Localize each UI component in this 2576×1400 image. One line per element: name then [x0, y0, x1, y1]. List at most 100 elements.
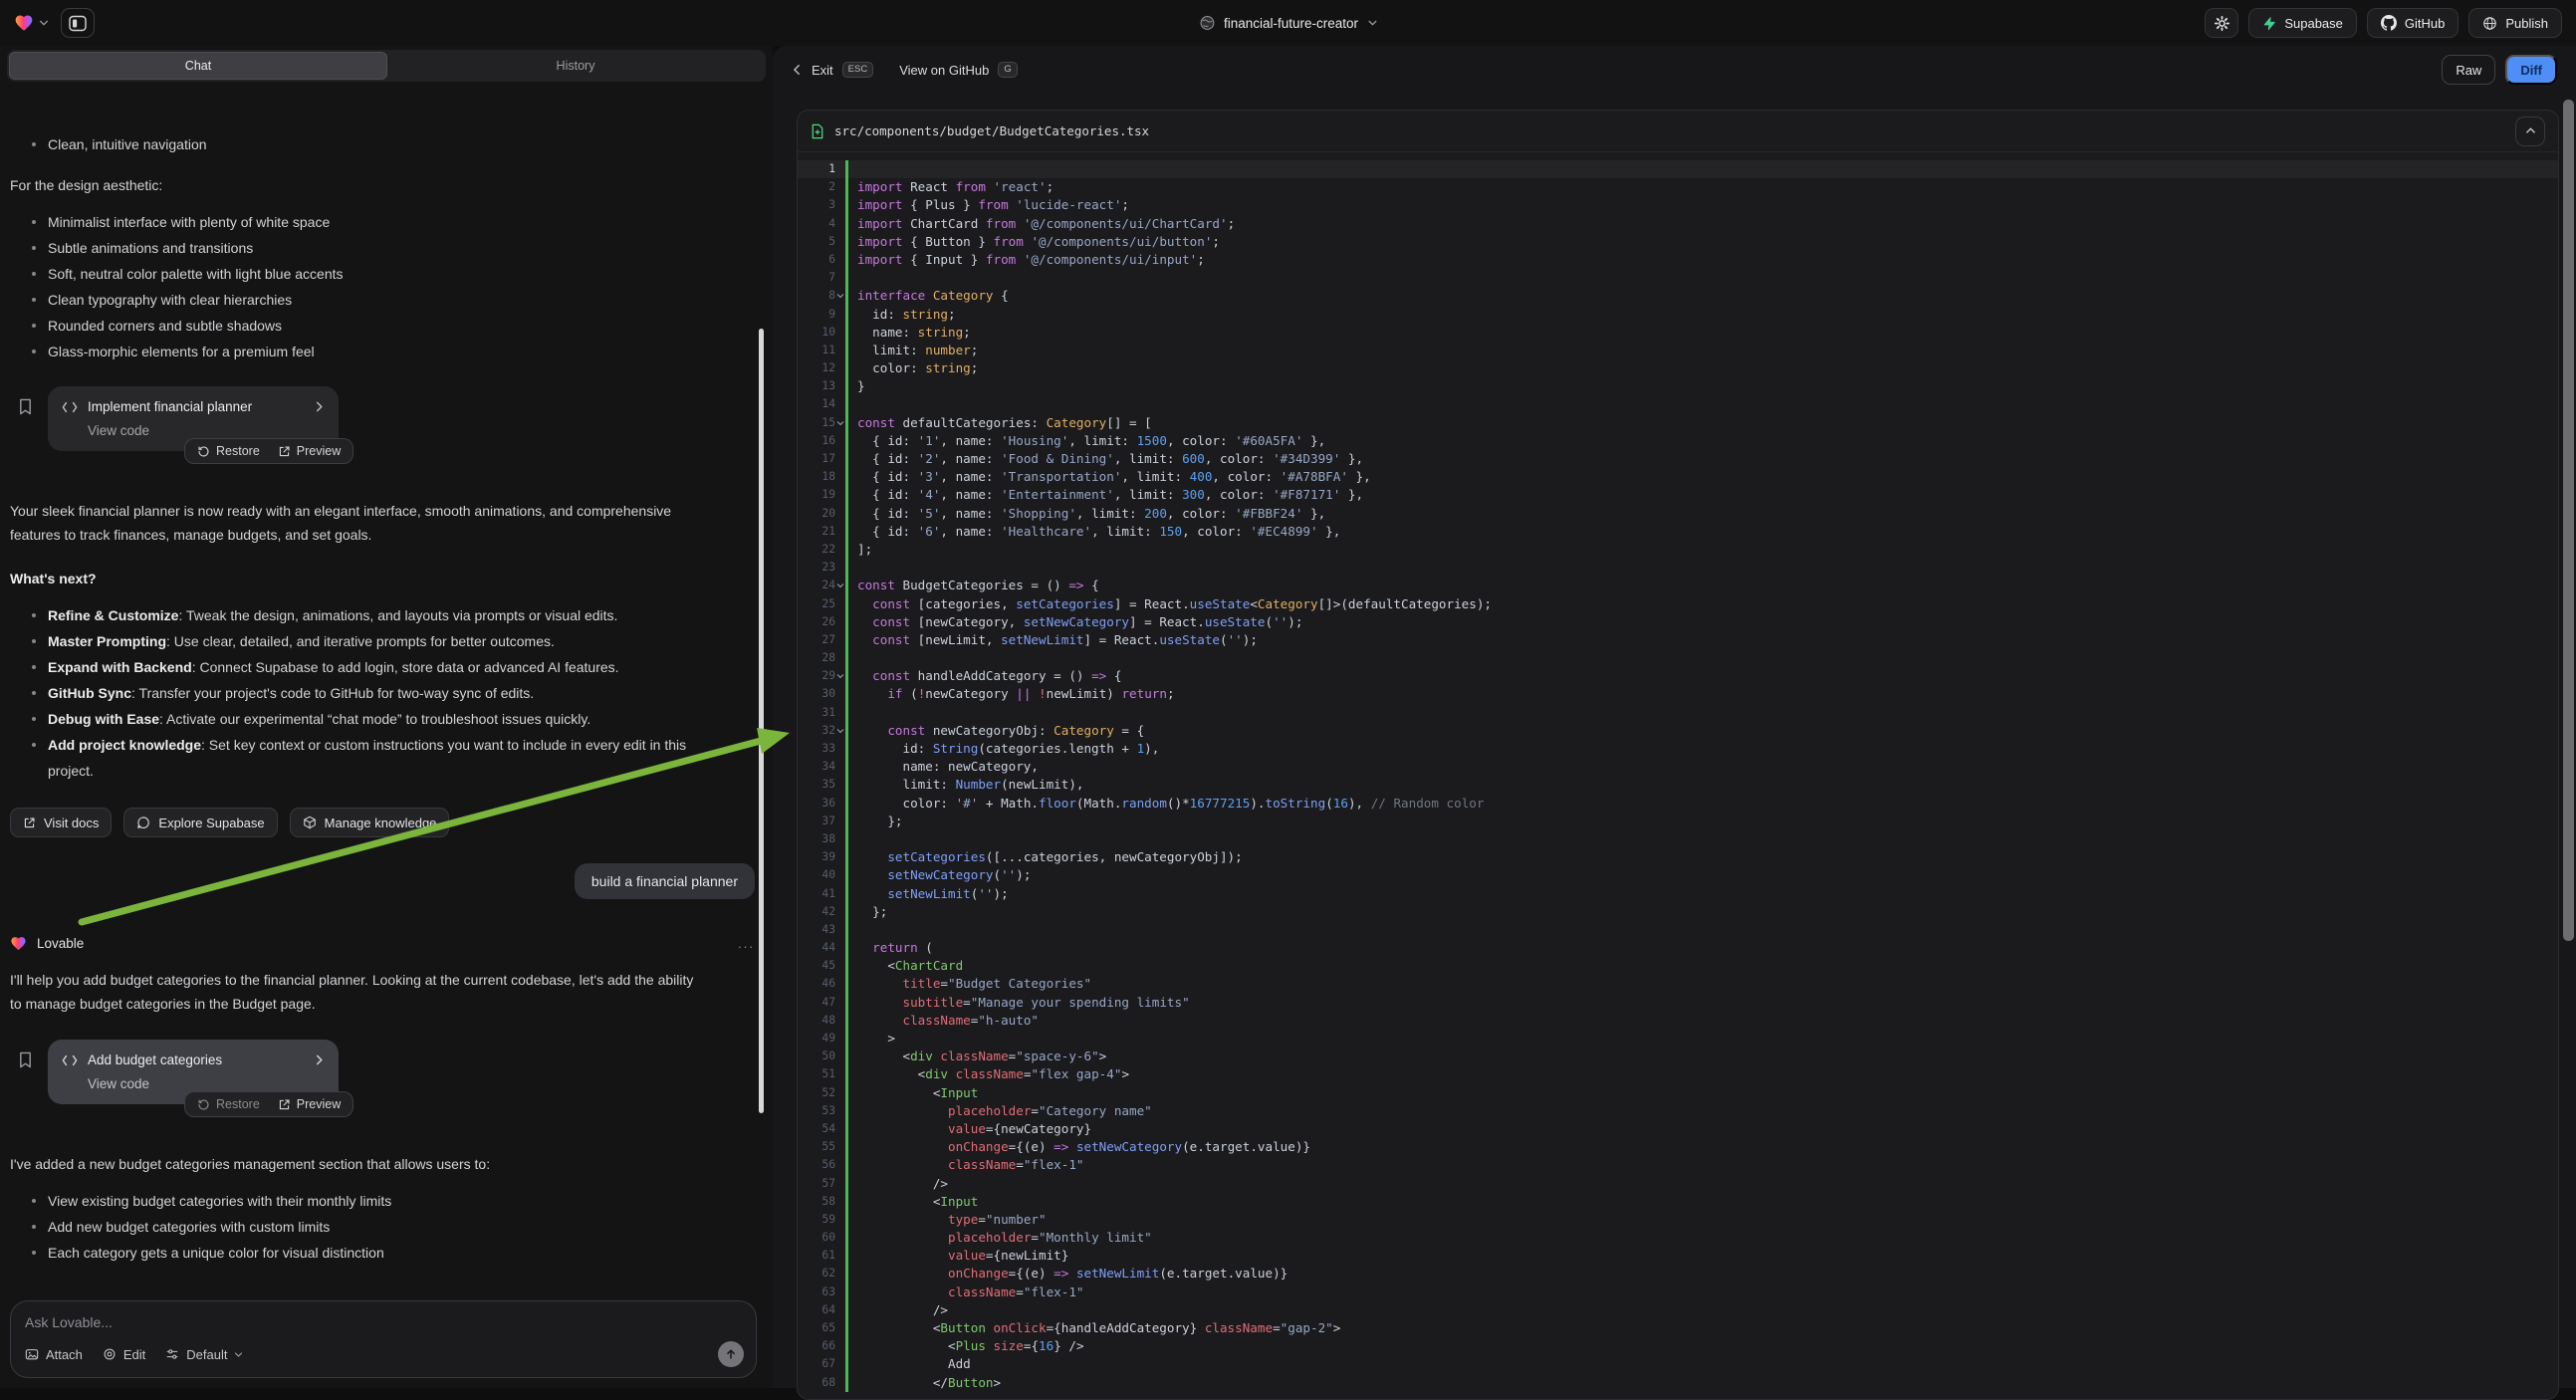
- view-code-link[interactable]: View code: [88, 1076, 325, 1091]
- quick-actions-row: Visit docs Explore Supabase Manage knowl…: [10, 808, 755, 837]
- message-menu-button[interactable]: ...: [738, 936, 755, 951]
- code-line: 35 limit: Number(newLimit),: [798, 776, 2558, 794]
- restore-label: Restore: [216, 1097, 260, 1111]
- code-line: 13}: [798, 377, 2558, 395]
- restore-button[interactable]: Restore: [197, 444, 260, 458]
- diff-toggle-button[interactable]: Diff: [2505, 55, 2557, 85]
- attach-button[interactable]: Attach: [25, 1347, 83, 1362]
- manage-knowledge-button[interactable]: Manage knowledge: [290, 808, 450, 837]
- code-line: 32 const newCategoryObj: Category = {: [798, 722, 2558, 740]
- preview-button[interactable]: Preview: [278, 444, 341, 458]
- code-line: 37 };: [798, 813, 2558, 830]
- intro-bullet-list: Clean, intuitive navigation: [10, 131, 707, 157]
- explore-supabase-button[interactable]: Explore Supabase: [123, 808, 277, 837]
- code-line: 19 { id: '4', name: 'Entertainment', lim…: [798, 486, 2558, 504]
- code-line: 66 <Plus size={16} />: [798, 1337, 2558, 1355]
- version-card-1-wrap: Implement financial planner View code Re…: [48, 386, 339, 451]
- code-line: 55 onChange={(e) => setNewCategory(e.tar…: [798, 1138, 2558, 1156]
- chat-input-placeholder: Ask Lovable...: [25, 1314, 742, 1330]
- view-on-github-label: View on GitHub: [899, 63, 989, 78]
- project-globe-icon: [1199, 15, 1215, 31]
- edit-button[interactable]: Edit: [103, 1347, 145, 1362]
- chevron-down-icon: [234, 1350, 243, 1359]
- external-link-icon: [278, 445, 291, 458]
- list-item: Soft, neutral color palette with light b…: [30, 261, 707, 287]
- supabase-button[interactable]: Supabase: [2248, 8, 2357, 38]
- publish-globe-icon: [2482, 16, 2497, 31]
- g-kbd: G: [998, 62, 1017, 78]
- code-line: 44 return (: [798, 939, 2558, 957]
- project-switcher[interactable]: financial-future-creator: [1199, 15, 1377, 31]
- publish-button[interactable]: Publish: [2468, 8, 2562, 38]
- tab-history[interactable]: History: [387, 52, 764, 80]
- bookmark-icon[interactable]: [18, 1051, 33, 1068]
- code-line: 51 <div className="flex gap-4">: [798, 1065, 2558, 1083]
- code-line: 41 setNewLimit('');: [798, 885, 2558, 903]
- code-line: 46 title="Budget Categories": [798, 975, 2558, 993]
- list-item: Subtle animations and transitions: [30, 235, 707, 261]
- code-line: 52 <Input: [798, 1084, 2558, 1102]
- code-line: 30 if (!newCategory || !newLimit) return…: [798, 685, 2558, 703]
- target-icon: [103, 1347, 117, 1361]
- code-line: 39 setCategories([...categories, newCate…: [798, 848, 2558, 866]
- restore-icon: [197, 1098, 210, 1111]
- code-line: 50 <div className="space-y-6">: [798, 1048, 2558, 1065]
- bookmark-icon[interactable]: [18, 398, 33, 415]
- list-item: Add project knowledge: Set key context o…: [30, 732, 707, 784]
- list-item: Clean typography with clear hierarchies: [30, 287, 707, 313]
- sliders-icon: [165, 1347, 179, 1361]
- exit-label: Exit: [812, 63, 833, 78]
- file-added-icon: [811, 123, 824, 139]
- exit-button[interactable]: Exit ESC: [792, 62, 873, 78]
- supabase-bolt-icon: [2262, 16, 2276, 31]
- code-line: 22];: [798, 541, 2558, 559]
- code-scrollbar-thumb[interactable]: [2563, 100, 2574, 941]
- preview-label: Preview: [297, 444, 341, 458]
- code-line: 9 id: string;: [798, 306, 2558, 324]
- code-brackets-icon: [62, 1054, 78, 1066]
- code-line: 26 const [newCategory, setNewCategory] =…: [798, 613, 2558, 631]
- github-button[interactable]: GitHub: [2367, 8, 2459, 38]
- file-path: src/components/budget/BudgetCategories.t…: [834, 123, 1149, 138]
- preview-button[interactable]: Preview: [278, 1097, 341, 1111]
- settings-button[interactable]: [2205, 8, 2238, 38]
- code-line: 24const BudgetCategories = () => {: [798, 577, 2558, 594]
- code-brackets-icon: [62, 401, 78, 413]
- esc-kbd: ESC: [842, 62, 874, 78]
- list-item: Refine & Customize: Tweak the design, an…: [30, 602, 707, 628]
- mode-select[interactable]: Default: [165, 1347, 243, 1362]
- mode-label: Default: [186, 1347, 227, 1362]
- view-code-link[interactable]: View code: [88, 423, 325, 438]
- sidebar-toggle-button[interactable]: [61, 8, 95, 38]
- collapse-file-button[interactable]: [2515, 117, 2545, 146]
- chat-input[interactable]: Ask Lovable... Attach Edit Default: [10, 1300, 757, 1378]
- code-line: 14: [798, 395, 2558, 413]
- code-line: 12 color: string;: [798, 359, 2558, 377]
- tab-chat[interactable]: Chat: [9, 52, 387, 80]
- list-item: Rounded corners and subtle shadows: [30, 313, 707, 339]
- arrow-up-icon: [725, 1348, 737, 1360]
- view-on-github-button[interactable]: View on GitHub G: [899, 62, 1017, 78]
- list-item: Minimalist interface with plenty of whit…: [30, 209, 707, 235]
- lovable-heart-icon: [10, 935, 27, 952]
- version-actions-pill: Restore Preview: [184, 438, 353, 464]
- visit-docs-button[interactable]: Visit docs: [10, 808, 112, 837]
- list-item: Clean, intuitive navigation: [30, 131, 707, 157]
- code-line: 27 const [newLimit, setNewLimit] = React…: [798, 631, 2558, 649]
- github-label: GitHub: [2405, 16, 2445, 31]
- chat-scrollbar-thumb[interactable]: [759, 329, 764, 1113]
- list-item: View existing budget categories with the…: [30, 1188, 707, 1214]
- raw-toggle-button[interactable]: Raw: [2442, 55, 2495, 85]
- code-line: 4import ChartCard from '@/components/ui/…: [798, 215, 2558, 233]
- restore-button[interactable]: Restore: [197, 1097, 260, 1111]
- code-line: 23: [798, 559, 2558, 577]
- code-line: 38: [798, 830, 2558, 848]
- lovable-logo-menu[interactable]: [14, 13, 49, 33]
- visit-docs-label: Visit docs: [44, 816, 99, 830]
- send-button[interactable]: [718, 1341, 744, 1367]
- list-item: Master Prompting: Use clear, detailed, a…: [30, 628, 707, 654]
- chevron-down-icon: [1367, 18, 1377, 28]
- help-text: I'll help you add budget categories to t…: [10, 968, 707, 1016]
- code-line: 56 className="flex-1": [798, 1156, 2558, 1174]
- list-item: Expand with Backend: Connect Supabase to…: [30, 654, 707, 680]
